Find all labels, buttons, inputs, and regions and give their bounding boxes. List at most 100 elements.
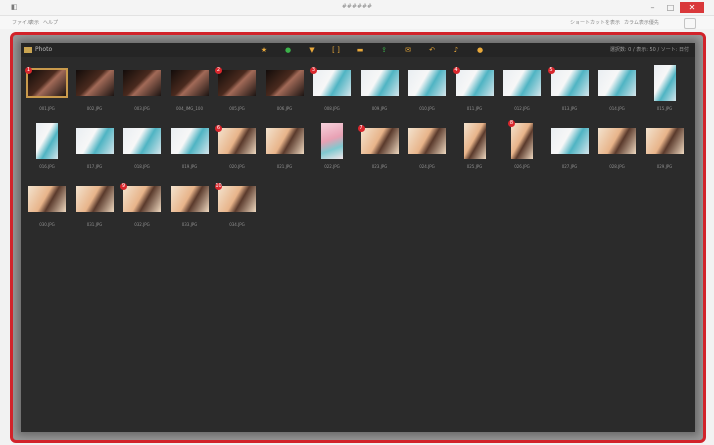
folder-icon [24,46,32,53]
rating-badge: 4 [452,67,460,74]
thumbnail-image [75,70,114,96]
thumbnail-filename: 010.JPG [419,106,435,111]
thumbnail[interactable] [170,128,209,154]
thumbnail-filename: 019.JPG [181,164,198,169]
thumbnail[interactable] [26,68,68,98]
help-icon[interactable] [684,18,696,29]
thumbnail-filename: 018.JPG [134,164,150,169]
folder-icon[interactable]: ▬ [355,46,365,54]
info-icon[interactable]: ● [475,46,485,54]
thumbnail[interactable] [550,70,589,96]
star-icon[interactable]: ★ [259,46,269,54]
menu-view[interactable]: 表示 [29,19,39,26]
thumbnail[interactable] [36,123,58,159]
thumbnail-filename: 034.JPG [229,222,245,227]
thumbnail[interactable] [408,70,446,96]
thumbnail[interactable] [503,70,541,96]
thumbnail-filename: 029.JPG [656,164,673,169]
menu-column-priority[interactable]: カラム表示優先 [624,19,659,26]
folder-selector[interactable]: Photo [24,45,52,54]
thumbnail[interactable] [28,186,66,212]
thumbnail[interactable] [218,70,256,96]
thumbnail[interactable] [455,70,494,96]
music-icon[interactable]: ♪ [451,46,461,54]
thumbnail-image [170,70,209,96]
thumbnail-image [408,70,446,96]
thumbnail-image [28,70,66,96]
rating-badge: 5 [547,67,555,74]
thumbnail[interactable] [170,70,209,96]
maximize-button[interactable]: □ [664,2,677,13]
thumbnail[interactable] [75,186,114,212]
thumbnail-image [455,70,494,96]
thumbnail-filename: 028.JPG [609,164,625,169]
rating-badge: 3 [310,67,317,74]
brackets-icon[interactable]: [ ] [331,46,341,54]
thumbnail-filename: 009.JPG [371,106,388,111]
thumbnail-image [265,70,304,96]
thumbnail[interactable] [550,128,589,154]
thumbnail-panel: Photo ★ ● ▼ [ ] ▬ ⇪ ✉ ↶ ♪ ● 選択数: 0 / 表示: 50 / ソート… [21,43,695,432]
thumbnail[interactable] [75,128,114,154]
thumbnail[interactable] [408,128,446,154]
thumbnail[interactable] [75,70,114,96]
menu-help[interactable]: ヘルプ [43,19,58,26]
thumbnail-filename: 027.JPG [561,164,578,169]
thumbnail-image [645,128,684,154]
thumbnail[interactable] [123,128,161,154]
window-title: ###### [341,3,373,10]
thumbnail-image [313,70,351,96]
rating-badge: 7 [357,125,365,132]
thumbnail[interactable] [265,70,304,96]
menu-shortcuts[interactable]: ショートカットを表示 [570,19,620,26]
viewer-toolbar: Photo ★ ● ▼ [ ] ▬ ⇪ ✉ ↶ ♪ ● 選択数: 0 / 表示: 50 / ソート… [21,43,695,57]
thumbnail-filename: 025.JPG [466,164,483,169]
circle-icon[interactable]: ● [283,46,293,54]
thumbnail[interactable] [360,70,399,96]
thumbnail[interactable] [598,128,636,154]
thumbnail-filename: 001.JPG [39,106,55,111]
thumbnail-image [218,70,256,96]
thumbnail-filename: 031.JPG [86,222,103,227]
mail-icon[interactable]: ✉ [403,46,413,54]
thumbnail-filename: 014.JPG [609,106,625,111]
thumbnail-image [36,123,58,159]
thumbnail[interactable] [511,123,533,159]
thumbnail-filename: 013.JPG [561,106,578,111]
thumbnail[interactable] [218,186,256,212]
thumbnail-filename: 024.JPG [419,164,435,169]
thumbnail-filename: 006.JPG [276,106,293,111]
thumbnail-image [75,186,114,212]
thumbnail-filename: 003.JPG [134,106,150,111]
thumbnail-image [511,123,533,159]
minimize-button[interactable]: – [646,2,659,13]
rotate-icon[interactable]: ↶ [427,46,437,54]
export-icon[interactable]: ⇪ [379,46,389,54]
thumbnail[interactable] [123,186,161,212]
thumbnail[interactable] [265,128,304,154]
thumbnail-image [463,123,486,159]
close-button[interactable]: ✕ [680,2,704,13]
thumbnail-image [170,128,209,154]
thumbnail[interactable] [598,70,636,96]
thumbnail-filename: 023.JPG [371,164,388,169]
thumbnail[interactable] [360,128,399,154]
thumbnail-filename: 015.JPG [656,106,673,111]
thumbnail[interactable] [321,123,343,159]
thumbnail[interactable] [170,186,209,212]
thumbnail[interactable] [645,128,684,154]
thumbnail[interactable] [463,123,486,159]
thumbnail[interactable] [218,128,256,154]
thumbnail[interactable] [313,70,351,96]
thumbnail-image [598,128,636,154]
thumbnail-filename: 012.JPG [514,106,530,111]
folder-label: Photo [35,46,53,53]
rating-badge: 10 [215,183,222,190]
thumbnail[interactable] [123,70,161,96]
thumbnail-filename: 033.JPG [181,222,198,227]
thumbnail-image [218,128,256,154]
thumbnail-image [550,128,589,154]
filter-icon[interactable]: ▼ [307,46,317,54]
highlight-frame: Photo ★ ● ▼ [ ] ▬ ⇪ ✉ ↶ ♪ ● 選択数: 0 / 表示: 50 / ソート… [10,32,706,443]
thumbnail[interactable] [653,65,676,101]
